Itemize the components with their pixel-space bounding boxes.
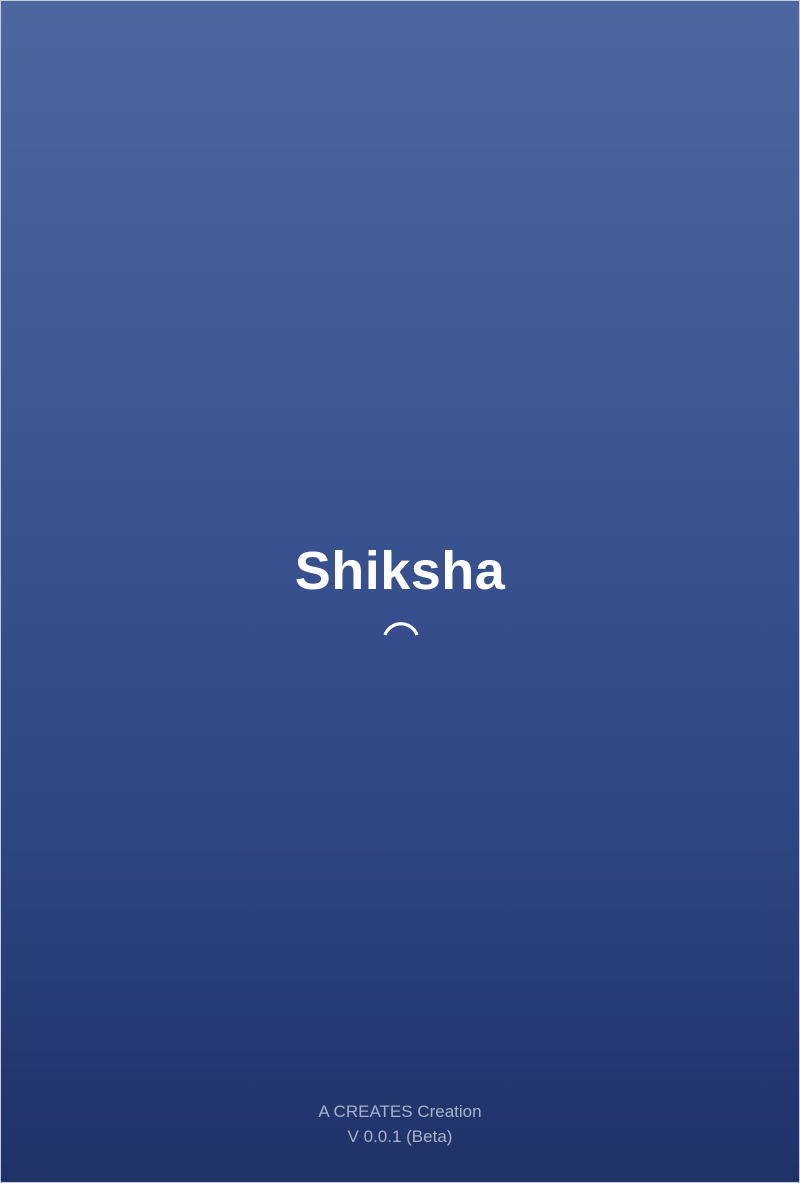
loading-spinner-icon <box>381 613 421 653</box>
splash-screen: Shiksha A CREATES Creation V 0.0.1 (Beta… <box>0 0 800 1183</box>
app-branding: Shiksha <box>1 536 799 606</box>
version-text: V 0.0.1 (Beta) <box>347 1127 453 1146</box>
app-title: Shiksha <box>294 541 506 601</box>
footer: A CREATES Creation V 0.0.1 (Beta) <box>1 1099 799 1149</box>
credit-text: A CREATES Creation <box>318 1102 482 1121</box>
